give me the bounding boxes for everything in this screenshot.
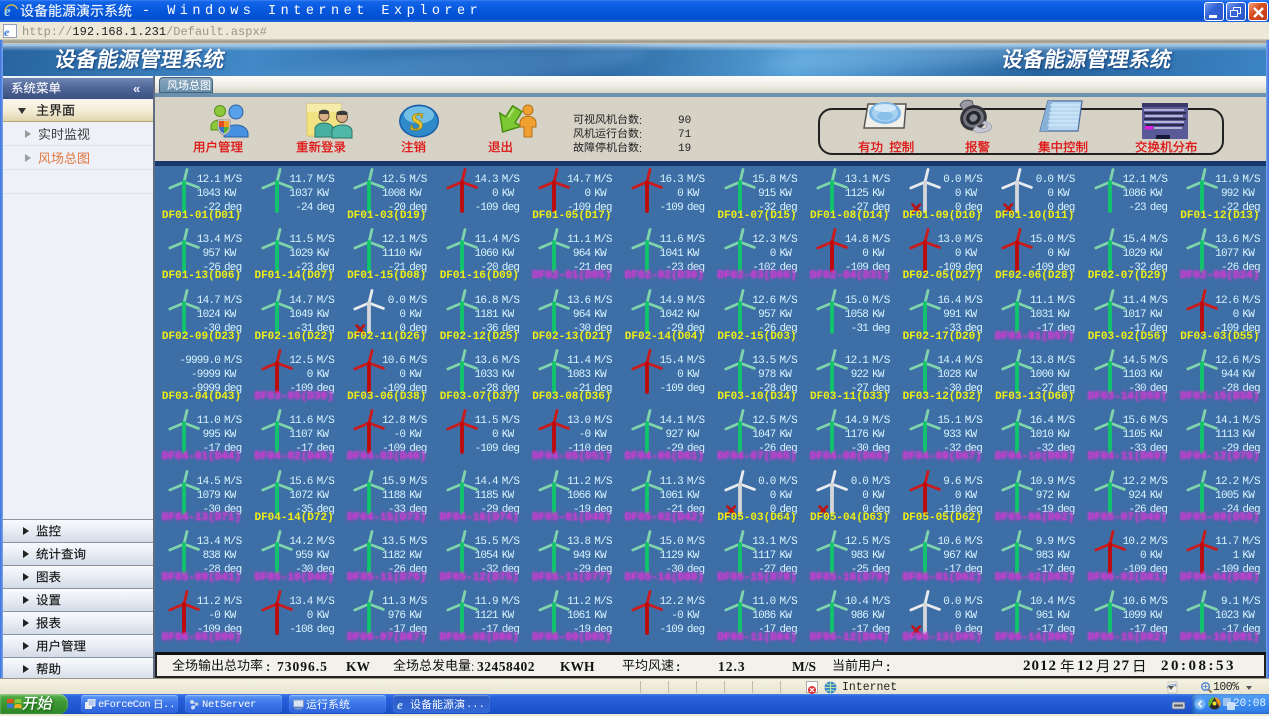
svg-text:e: e xyxy=(4,26,10,38)
svg-text:e: e xyxy=(397,698,403,711)
svg-text:S: S xyxy=(410,109,424,136)
